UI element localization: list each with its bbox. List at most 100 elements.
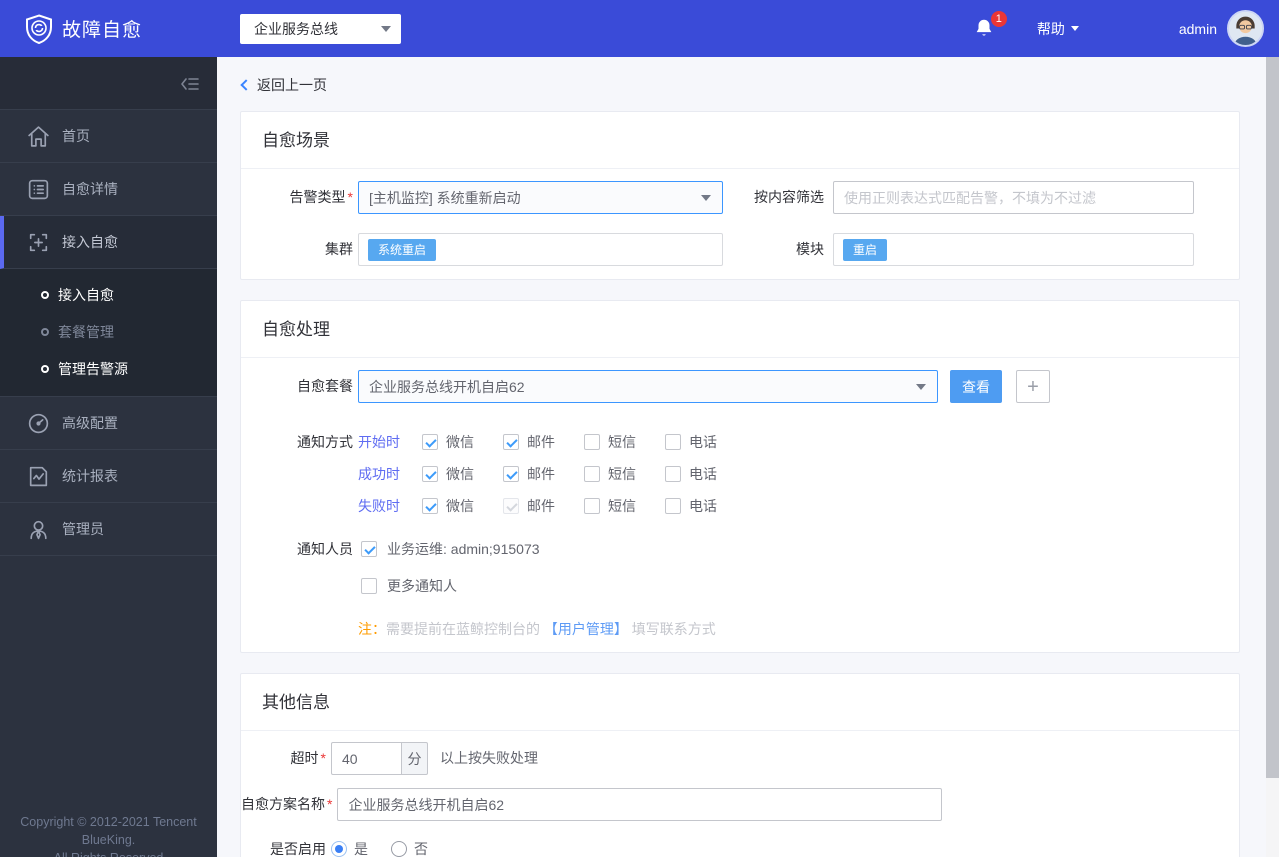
module-label: 模块	[723, 233, 824, 266]
channel-label: 邮件	[527, 464, 555, 484]
sidebar-item-label: 高级配置	[62, 413, 118, 433]
collapse-sidebar-icon[interactable]	[179, 75, 199, 93]
enabled-label: 是否启用	[241, 838, 326, 857]
sidebar-item-admin[interactable]: 管理员	[0, 503, 217, 556]
plan-name-label: 自愈方案名称*	[241, 788, 332, 821]
sidebar-subitem-alarm-source[interactable]: 管理告警源	[0, 350, 217, 387]
timeout-hint: 以上按失败处理	[440, 742, 538, 775]
copyright: Copyright © 2012-2021 Tencent BlueKing. …	[0, 813, 217, 857]
username[interactable]: admin	[1179, 21, 1217, 37]
sidebar-item-label: 统计报表	[62, 466, 118, 486]
notification-badge: 1	[991, 11, 1007, 27]
user-manage-link[interactable]: 【用户管理】	[544, 621, 628, 637]
business-select-value: 企业服务总线	[254, 19, 381, 39]
contact-note: 注：需要提前在蓝鲸控制台的 【用户管理】 填写联系方式	[358, 619, 1239, 639]
checkbox-start-wechat[interactable]	[422, 434, 438, 450]
timeout-input[interactable]	[331, 742, 402, 775]
channel-label: 邮件	[527, 496, 555, 516]
help-menu[interactable]: 帮助	[1037, 19, 1079, 39]
checkbox-start-sms[interactable]	[584, 434, 600, 450]
sidebar-item-access-heal[interactable]: 接入自愈	[0, 216, 217, 269]
view-solution-button[interactable]: 查看	[950, 370, 1002, 403]
radio-enabled-yes[interactable]: 是	[331, 839, 368, 857]
module-tagbox[interactable]: 重启	[833, 233, 1194, 266]
crop-plus-icon	[26, 230, 51, 255]
main-content: 返回上一页 自愈场景 告警类型* [主机监控] 系统重新启动 按内容筛选 集群	[217, 57, 1279, 857]
chevron-down-icon	[916, 384, 926, 390]
checkbox-start-phone[interactable]	[665, 434, 681, 450]
notify-row-start: 开始时 微信 邮件 短信 电话	[358, 426, 746, 458]
avatar[interactable]	[1227, 10, 1264, 47]
chevron-down-icon	[701, 195, 711, 201]
cluster-tagbox[interactable]: 系统重启	[358, 233, 723, 266]
person-icon	[26, 517, 51, 542]
checkbox-success-phone[interactable]	[665, 466, 681, 482]
shield-heal-icon	[25, 14, 53, 44]
radio-enabled-no[interactable]: 否	[391, 839, 428, 857]
notify-when-label: 开始时	[358, 432, 405, 452]
notify-people-option: 更多通知人	[358, 576, 540, 596]
other-info-card: 其他信息 超时* 分 以上按失败处理 自愈方案名称* 是否启用	[240, 673, 1240, 857]
notify-way-label: 通知方式	[241, 426, 353, 522]
card-title: 其他信息	[241, 674, 1239, 731]
sidebar-item-label: 管理员	[62, 519, 104, 539]
radio-label: 否	[414, 839, 428, 857]
radio-icon	[331, 841, 347, 857]
sidebar-subitem-access-heal[interactable]: 接入自愈	[0, 276, 217, 313]
solution-select[interactable]: 企业服务总线开机自启62	[358, 370, 938, 403]
note-suffix: 填写联系方式	[628, 621, 716, 637]
heal-scene-card: 自愈场景 告警类型* [主机监控] 系统重新启动 按内容筛选 集群 系统重启	[240, 111, 1240, 280]
content-filter-input[interactable]	[833, 181, 1194, 214]
checkbox-success-email[interactable]	[503, 466, 519, 482]
alarm-type-value: [主机监控] 系统重新启动	[369, 188, 521, 208]
checkbox-ops-group[interactable]	[361, 541, 377, 557]
back-label: 返回上一页	[257, 75, 327, 95]
content-filter-label: 按内容筛选	[723, 181, 824, 214]
alarm-type-select[interactable]: [主机监控] 系统重新启动	[358, 181, 723, 214]
checkbox-fail-phone[interactable]	[665, 498, 681, 514]
app-logo[interactable]: 故障自愈	[25, 14, 142, 44]
sidebar-item-heal-detail[interactable]: 自愈详情	[0, 163, 217, 216]
sidebar-item-statistics[interactable]: 统计报表	[0, 450, 217, 503]
app-title: 故障自愈	[62, 15, 142, 42]
page-scrollbar[interactable]	[1266, 57, 1279, 857]
checkbox-fail-sms[interactable]	[584, 498, 600, 514]
sidebar-subitem-label: 套餐管理	[58, 322, 114, 342]
checkbox-start-email[interactable]	[503, 434, 519, 450]
timeout-label: 超时*	[241, 742, 326, 775]
card-title: 自愈处理	[241, 301, 1239, 358]
sidebar: 首页 自愈详情 接入自愈 接入自愈 套餐管理	[0, 57, 217, 857]
cluster-tag: 系统重启	[368, 239, 436, 261]
module-tag: 重启	[843, 239, 887, 261]
checkbox-more-people[interactable]	[361, 578, 377, 594]
scrollbar-thumb[interactable]	[1266, 57, 1279, 778]
back-link[interactable]: 返回上一页	[240, 75, 1240, 95]
notify-when-label: 成功时	[358, 464, 405, 484]
checkbox-fail-wechat[interactable]	[422, 498, 438, 514]
sidebar-subitem-package-manage[interactable]: 套餐管理	[0, 313, 217, 350]
checkbox-success-wechat[interactable]	[422, 466, 438, 482]
business-select[interactable]: 企业服务总线	[240, 14, 401, 44]
sidebar-item-home[interactable]: 首页	[0, 110, 217, 163]
checkbox-success-sms[interactable]	[584, 466, 600, 482]
channel-label: 电话	[689, 496, 717, 516]
notify-row-fail: 失败时 微信 邮件 短信 电话	[358, 490, 746, 522]
notify-when-label: 失败时	[358, 496, 405, 516]
sidebar-subitem-label: 接入自愈	[58, 285, 114, 305]
channel-label: 短信	[608, 432, 636, 452]
note-body: 需要提前在蓝鲸控制台的	[386, 621, 544, 637]
add-solution-button[interactable]: +	[1016, 370, 1050, 403]
chevron-down-icon	[1071, 26, 1079, 31]
notify-row-success: 成功时 微信 邮件 短信 电话	[358, 458, 746, 490]
checkbox-fail-email	[503, 498, 519, 514]
gauge-icon	[26, 411, 51, 436]
bullet-icon	[41, 365, 49, 373]
radio-label: 是	[354, 839, 368, 857]
sidebar-item-advanced-config[interactable]: 高级配置	[0, 397, 217, 450]
home-icon	[26, 124, 51, 149]
channel-label: 短信	[608, 464, 636, 484]
plan-name-input[interactable]	[337, 788, 942, 821]
card-title: 自愈场景	[241, 112, 1239, 169]
notification-bell-button[interactable]: 1	[973, 16, 997, 42]
cluster-label: 集群	[241, 233, 353, 266]
